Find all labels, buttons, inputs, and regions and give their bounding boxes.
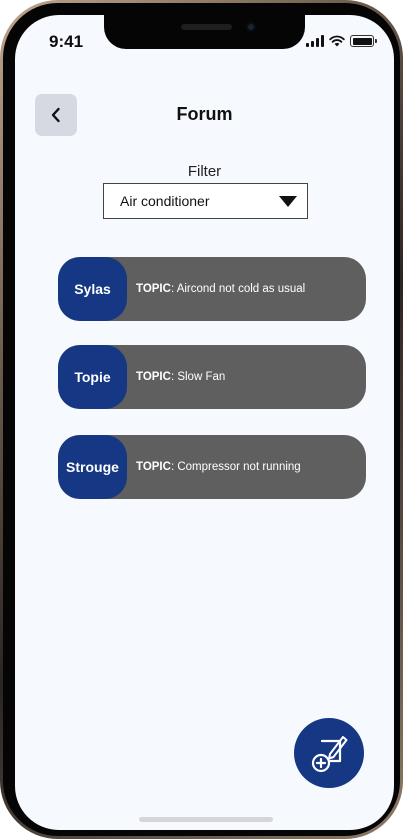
dropdown-arrow-icon <box>279 195 297 207</box>
cellular-signal-icon <box>306 35 324 47</box>
status-icons <box>306 35 377 47</box>
topic-prefix: TOPIC <box>136 283 171 295</box>
topic-title-text: Compressor not running <box>177 461 301 473</box>
topic-card[interactable]: Strouge TOPIC: Compressor not running <box>58 435 366 499</box>
filter-selected-value: Air conditioner <box>120 193 210 209</box>
topic-prefix: TOPIC <box>136 461 171 473</box>
new-post-button[interactable] <box>294 718 364 788</box>
camera <box>246 22 256 32</box>
topic-author: Sylas <box>58 257 127 321</box>
topic-card[interactable]: Topie TOPIC: Slow Fan <box>58 345 366 409</box>
filter-label: Filter <box>187 163 222 180</box>
topic-card[interactable]: Sylas TOPIC: Aircond not cold as usual <box>58 257 366 321</box>
topic-author: Topie <box>58 345 127 409</box>
home-indicator <box>139 817 273 822</box>
phone-frame: 9:41 Forum Filter Air conditioner Sylas … <box>0 0 403 839</box>
compose-plus-icon <box>311 736 348 773</box>
app-screen: 9:41 Forum Filter Air conditioner Sylas … <box>15 15 394 830</box>
topic-title-text: Aircond not cold as usual <box>176 283 306 295</box>
topic-author: Strouge <box>58 435 127 499</box>
topic-prefix: TOPIC <box>136 371 171 383</box>
phone-bezel: 9:41 Forum Filter Air conditioner Sylas … <box>3 3 400 836</box>
topic-title: TOPIC: Slow Fan <box>136 371 226 383</box>
notch <box>104 15 305 49</box>
status-time: 9:41 <box>49 32 84 51</box>
wifi-icon <box>329 35 345 47</box>
topic-title: TOPIC: Aircond not cold as usual <box>136 283 306 295</box>
battery-icon <box>350 35 377 47</box>
topic-title: TOPIC: Compressor not running <box>136 461 301 473</box>
filter-dropdown[interactable]: Air conditioner <box>103 183 308 219</box>
page-title: Forum <box>176 104 233 124</box>
speaker <box>181 24 232 30</box>
topic-title-text: Slow Fan <box>177 371 226 383</box>
